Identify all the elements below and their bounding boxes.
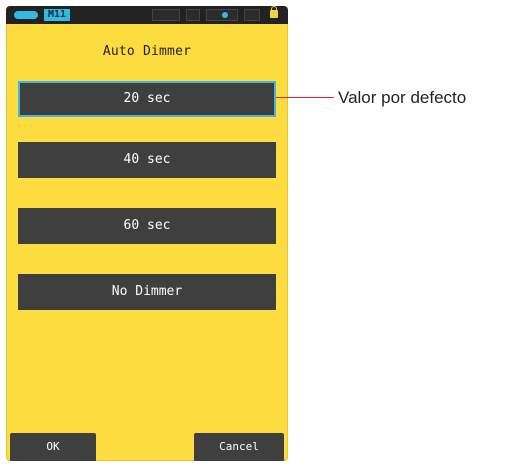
dot-icon: [222, 12, 228, 18]
battery-icon: [14, 11, 38, 19]
status-indicators: [152, 9, 260, 21]
callout-label: Valor por defecto: [338, 88, 467, 107]
ok-button[interactable]: OK: [10, 433, 96, 461]
page-title: Auto Dimmer: [102, 44, 192, 59]
status-block-icon: [244, 9, 260, 21]
callout-line: [276, 97, 334, 98]
option-60-sec-button[interactable]: 60 sec: [18, 208, 276, 244]
status-block-icon: [206, 9, 238, 21]
option-40-sec-button[interactable]: 40 sec: [18, 142, 276, 178]
status-block-icon: [152, 9, 180, 21]
status-bar: M11: [6, 6, 288, 24]
lock-icon: [270, 6, 278, 18]
memory-badge: M11: [44, 9, 71, 21]
option-no-dimmer-button[interactable]: No Dimmer: [18, 274, 276, 310]
status-block-icon: [186, 9, 200, 21]
cancel-button[interactable]: Cancel: [194, 433, 284, 461]
device-screen: M11 Auto Dimmer 20 sec 40 sec 60 sec No …: [6, 6, 288, 461]
option-20-sec-button[interactable]: 20 sec: [18, 81, 276, 117]
